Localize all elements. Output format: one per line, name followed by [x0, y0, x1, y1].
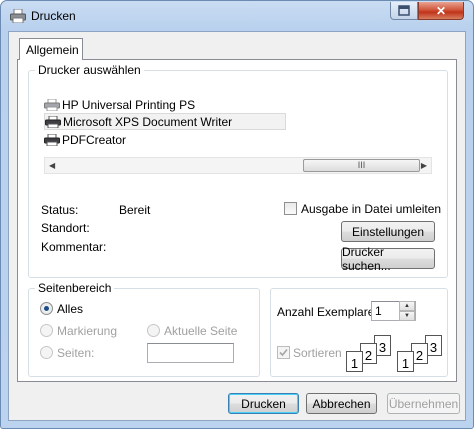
title-bar[interactable]: Drucken ✕: [1, 1, 473, 31]
printer-icon: [44, 133, 60, 146]
cancel-button-label: Abbrechen: [312, 396, 371, 411]
dialog-body: Allgemein Drucker auswählen HP Universal…: [8, 31, 466, 421]
printer-selection-label: Drucker auswählen: [35, 63, 144, 77]
collate-page: 1: [346, 351, 363, 372]
find-printer-button-label: Drucker suchen...: [342, 244, 391, 273]
collate-page-number: 2: [415, 348, 424, 363]
scroll-left-icon[interactable]: ◀: [49, 161, 55, 170]
printer-item[interactable]: HP Universal Printing PS: [44, 96, 195, 113]
spin-up-icon[interactable]: ▲: [399, 301, 415, 311]
printer-selection-group: Drucker auswählen HP Universal Printing …: [28, 63, 448, 278]
close-icon: ✕: [435, 3, 447, 18]
printer-name: Microsoft XPS Document Writer: [63, 114, 233, 129]
printer-item[interactable]: PDFCreator: [44, 131, 126, 148]
page-range-current-label[interactable]: Aktuelle Seite: [164, 324, 237, 338]
printer-icon: [45, 115, 61, 128]
copies-count-label: Anzahl Exemplare:: [277, 305, 378, 319]
status-label: Status:: [41, 203, 79, 217]
printer-name: PDFCreator: [62, 132, 127, 147]
collate-page: 1: [397, 351, 414, 372]
window-title: Drucken: [31, 9, 76, 23]
collate-page-number: 2: [364, 348, 373, 363]
tab-page-allgemein: Drucker auswählen HP Universal Printing …: [17, 59, 457, 382]
print-to-file-checkbox[interactable]: [284, 202, 297, 215]
printer-list-scrollbar[interactable]: ◀ III ▶: [44, 157, 432, 174]
scrollbar-thumb[interactable]: III: [303, 159, 420, 172]
page-range-pages-label[interactable]: Seiten:: [57, 346, 94, 360]
location-label: Standort:: [41, 221, 90, 235]
collate-checkbox[interactable]: [277, 346, 290, 359]
page-range-label: Seitenbereich: [35, 281, 115, 295]
page-range-all-label[interactable]: Alles: [57, 302, 83, 316]
collate-page-number: 1: [350, 356, 359, 371]
status-value: Bereit: [119, 203, 151, 217]
checkmark-icon: [279, 348, 288, 357]
apply-button-label: Übernehmen: [388, 396, 459, 411]
tab-allgemein[interactable]: Allgemein: [19, 38, 83, 60]
page-range-selection-radio[interactable]: [40, 324, 53, 337]
print-button-label: Drucken: [241, 396, 286, 411]
print-dialog-window: Drucken ✕ Allgemein Drucker auswählen HP…: [0, 0, 474, 429]
page-range-pages-radio[interactable]: [40, 346, 53, 359]
copies-count-value: 1: [375, 304, 382, 318]
page-range-selection-label[interactable]: Markierung: [57, 324, 117, 338]
page-range-group: Seitenbereich Alles Markierung Aktuelle …: [28, 281, 260, 377]
collate-page-number: 1: [401, 356, 410, 371]
collate-page-number: 3: [429, 340, 438, 355]
close-button[interactable]: ✕: [418, 2, 464, 20]
settings-button[interactable]: Einstellungen: [341, 221, 435, 242]
scrollbar-grip: III: [357, 160, 366, 170]
printer-list[interactable]: HP Universal Printing PS Microsoft XPS D…: [44, 96, 429, 156]
collate-page-number: 3: [378, 340, 387, 355]
spin-down-icon[interactable]: ▼: [399, 311, 415, 321]
find-printer-button[interactable]: Drucker suchen...: [341, 245, 435, 273]
help-button[interactable]: [390, 2, 418, 20]
printer-icon: [10, 9, 26, 23]
collate-label[interactable]: Sortieren: [293, 346, 342, 360]
copies-spinner[interactable]: ▲ ▼: [399, 301, 415, 321]
tab-label: Allgemein: [26, 43, 79, 57]
printer-icon: [44, 98, 60, 111]
settings-button-label: Einstellungen: [351, 224, 425, 239]
cancel-button[interactable]: Abbrechen: [306, 393, 377, 414]
comment-label: Kommentar:: [41, 240, 107, 254]
print-to-file-label[interactable]: Ausgabe in Datei umleiten: [301, 202, 441, 216]
page-range-current-radio[interactable]: [147, 324, 160, 337]
scroll-right-icon[interactable]: ▶: [421, 161, 427, 170]
page-range-all-radio[interactable]: [40, 302, 53, 315]
printer-name: HP Universal Printing PS: [62, 97, 196, 112]
copies-group: Anzahl Exemplare: 1 ▲ ▼ Sortieren 3 2 1 …: [270, 288, 448, 377]
printer-item-selected[interactable]: Microsoft XPS Document Writer: [44, 113, 286, 130]
pages-input[interactable]: [147, 343, 234, 363]
apply-button[interactable]: Übernehmen: [387, 393, 460, 414]
print-button[interactable]: Drucken: [228, 393, 299, 414]
help-icon: [398, 5, 410, 16]
